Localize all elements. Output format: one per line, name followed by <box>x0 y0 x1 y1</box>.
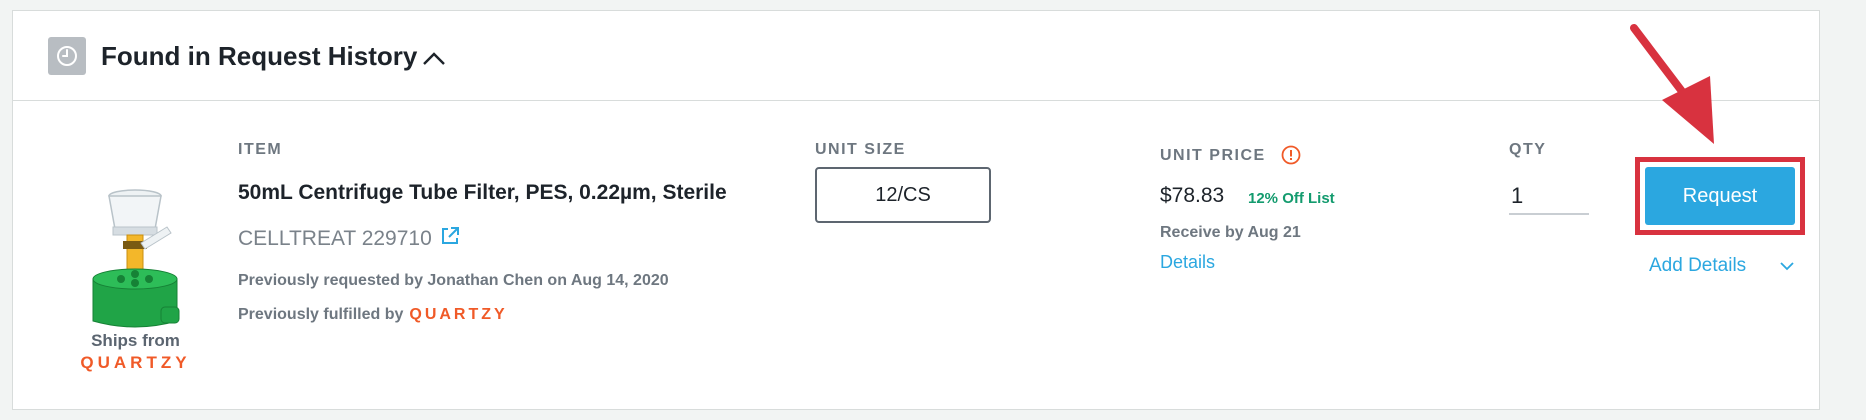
card-header[interactable]: Found in Request History <box>13 11 1819 101</box>
qty-column-label: QTY <box>1509 141 1547 158</box>
add-details-link[interactable]: Add Details <box>1649 255 1746 277</box>
page: Found in Request History Ships from QUAR… <box>0 0 1866 420</box>
section-title: Found in Request History <box>101 41 418 71</box>
external-link-icon[interactable] <box>439 225 461 247</box>
request-history-card: Found in Request History Ships from QUAR… <box>12 10 1820 410</box>
previously-requested-text: Previously requested by Jonathan Chen on… <box>238 272 669 289</box>
catalog-number: CELLTREAT 229710 <box>238 227 432 250</box>
ships-from-label: Ships from <box>91 331 180 350</box>
unit-price-column-label: UNIT PRICE <box>1160 147 1266 164</box>
request-highlight-box <box>1635 157 1805 235</box>
clock-icon <box>48 37 86 75</box>
unit-size-column-label: UNIT SIZE <box>815 141 906 158</box>
item-name: 50mL Centrifuge Tube Filter, PES, 0.22µm… <box>238 181 727 204</box>
fulfilled-brand: QUARTZY <box>409 306 508 323</box>
chevron-down-icon[interactable] <box>1779 260 1795 272</box>
details-link[interactable]: Details <box>1160 252 1215 273</box>
alert-circle-icon[interactable] <box>1281 145 1301 165</box>
receive-by-text: Receive by Aug 21 <box>1160 224 1301 241</box>
centrifuge-tube-filter-image <box>92 189 180 328</box>
chevron-up-icon[interactable] <box>421 49 447 67</box>
unit-price: $78.83 <box>1160 184 1225 207</box>
unit-size-field[interactable]: 12/CS <box>815 167 991 223</box>
previously-fulfilled-text: Previously fulfilled by QUARTZY <box>238 306 508 324</box>
qty-input[interactable] <box>1509 179 1589 215</box>
previously-fulfilled-label: Previously fulfilled by <box>238 306 404 323</box>
item-column-label: ITEM <box>238 141 283 158</box>
ships-from-brand: QUARTZY <box>80 353 191 372</box>
annotation-arrow <box>1630 24 1714 144</box>
discount-badge: 12% Off List <box>1248 190 1335 207</box>
